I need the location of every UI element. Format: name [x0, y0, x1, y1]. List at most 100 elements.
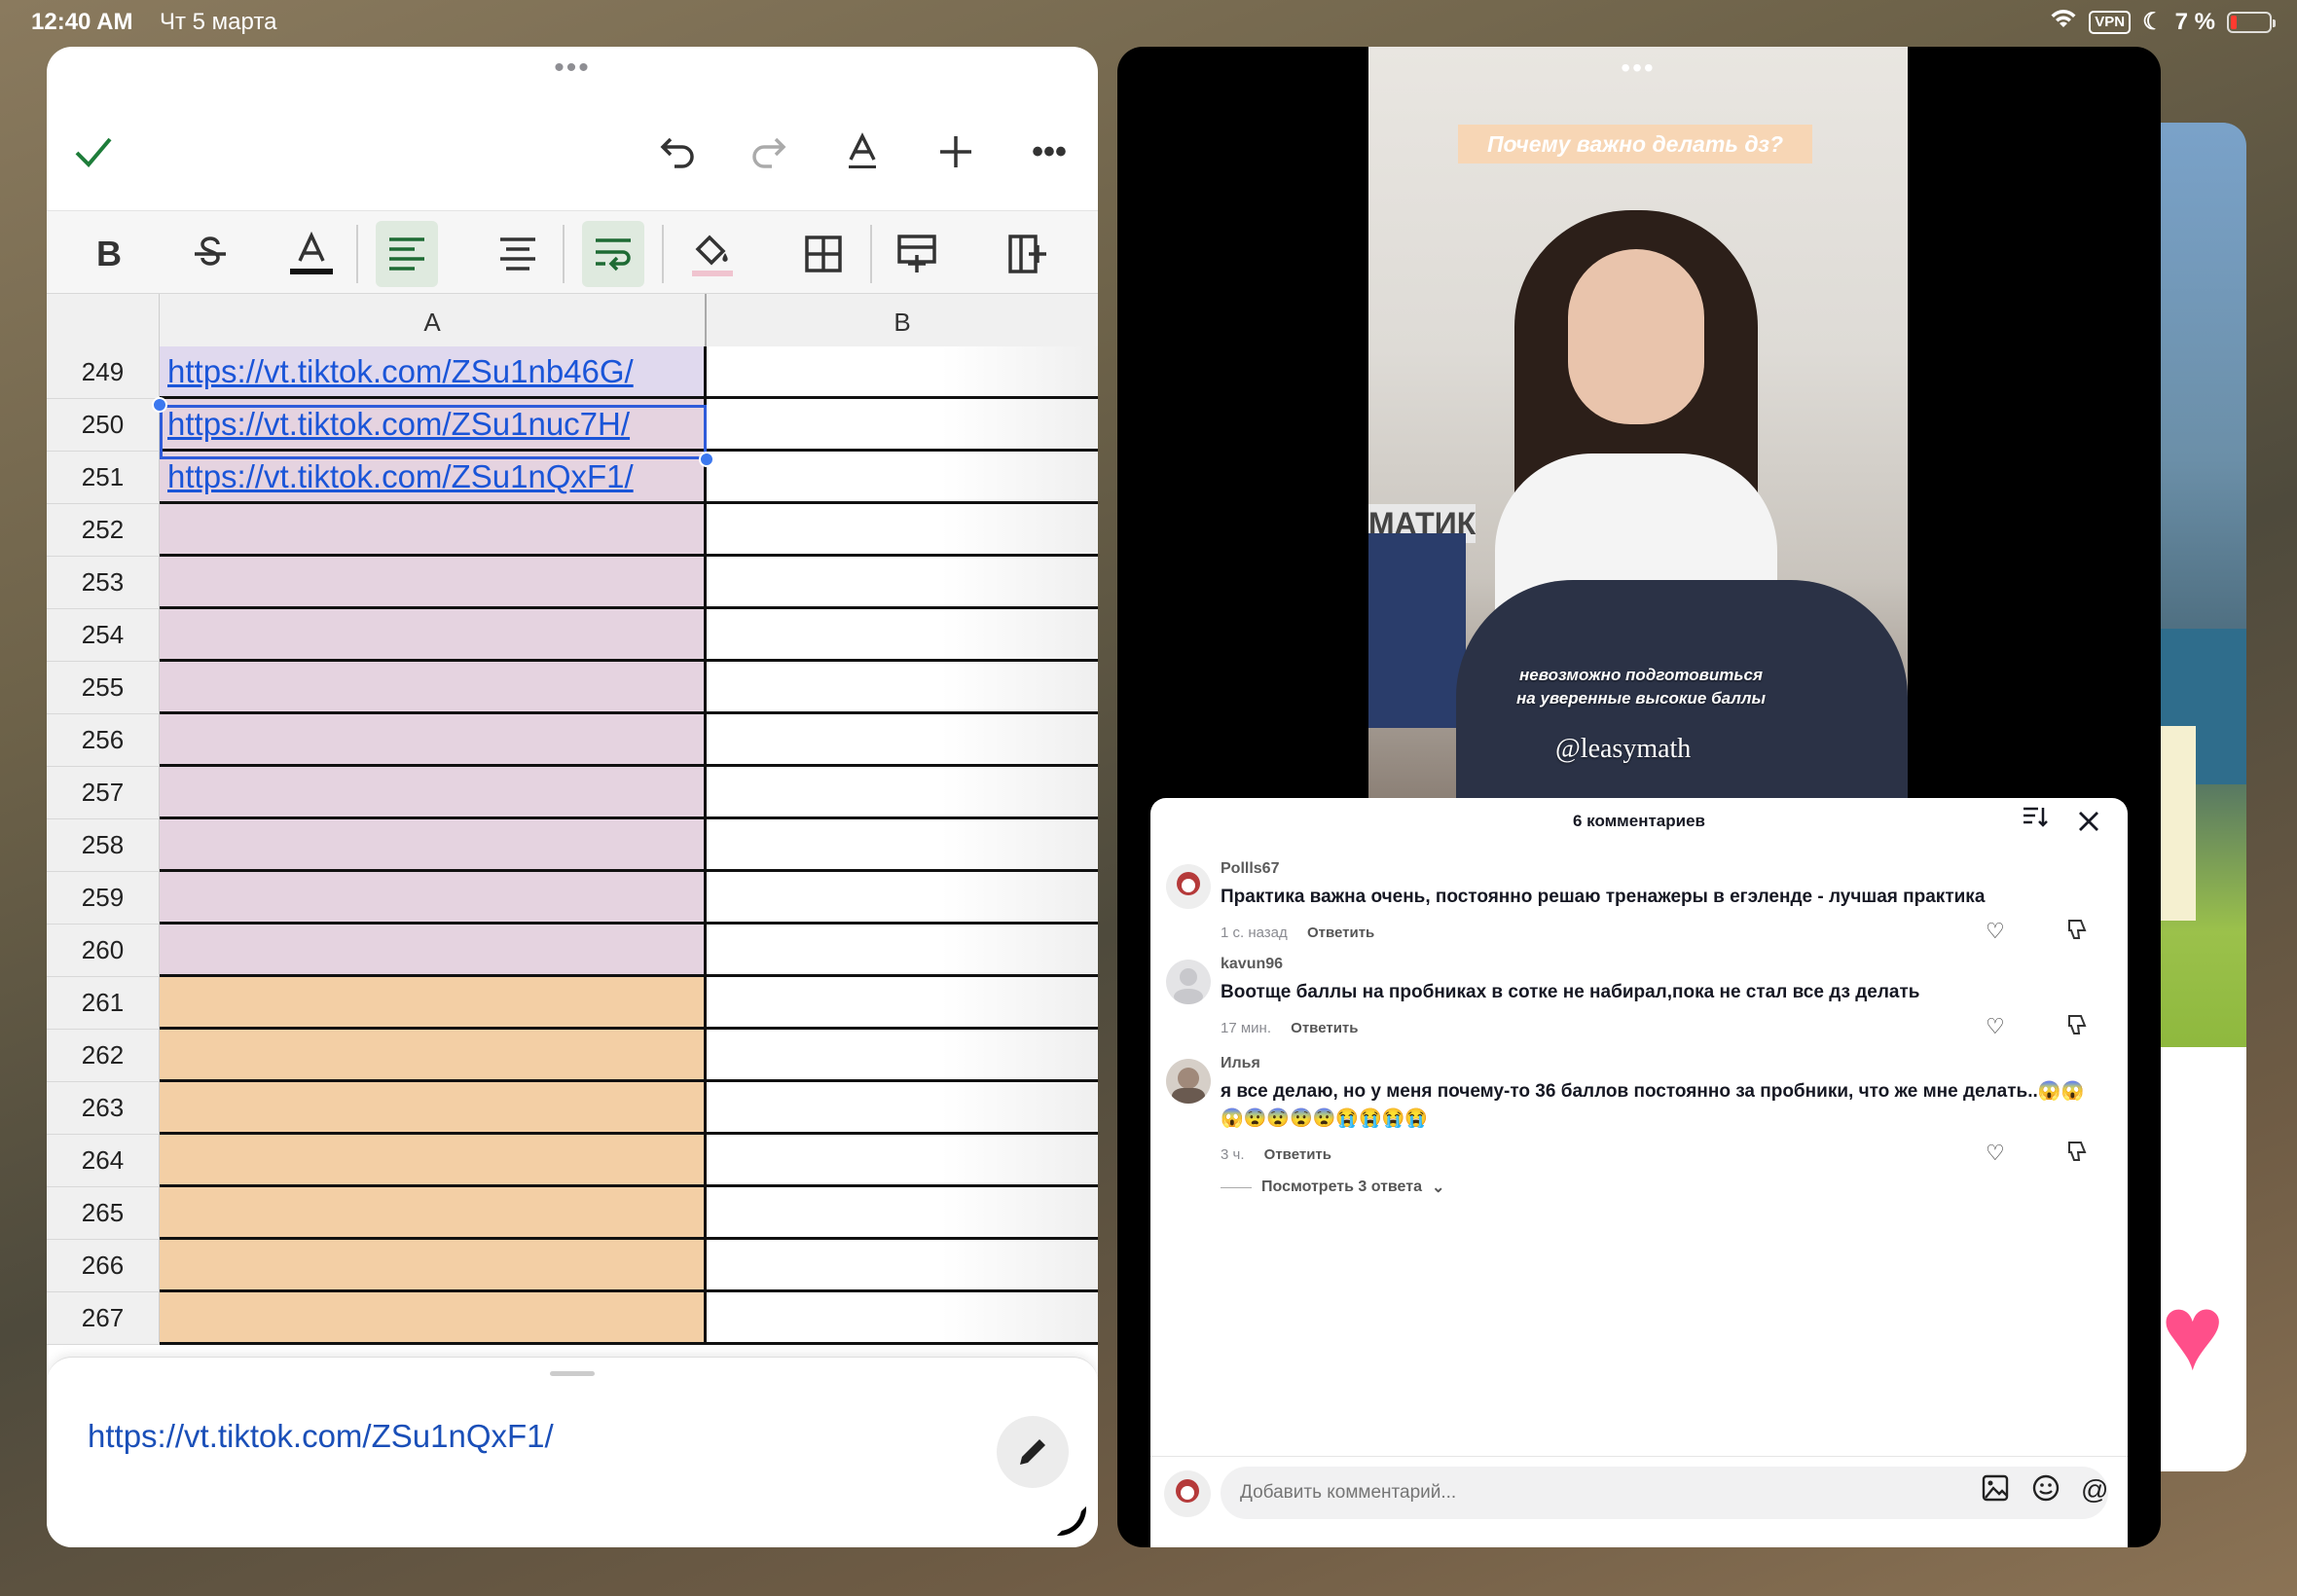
- text-format-icon[interactable]: [833, 123, 892, 181]
- selection-handle-bottom-right[interactable]: [699, 452, 714, 467]
- avatar[interactable]: [1166, 960, 1211, 1004]
- column-header-a[interactable]: A: [160, 294, 707, 352]
- cell-link[interactable]: https://vt.tiktok.com/ZSu1nuc7H/: [167, 406, 630, 443]
- row-number[interactable]: 254: [47, 609, 160, 662]
- cell-b[interactable]: [707, 977, 1098, 1030]
- cell-b[interactable]: [707, 872, 1098, 925]
- select-all-corner[interactable]: [47, 294, 160, 352]
- view-replies-button[interactable]: Посмотреть 3 ответа ⌄: [1221, 1178, 1444, 1197]
- row-number[interactable]: 253: [47, 557, 160, 609]
- undo-icon[interactable]: [648, 123, 707, 181]
- cell-b[interactable]: [707, 452, 1098, 504]
- row-number[interactable]: 257: [47, 767, 160, 819]
- avatar[interactable]: [1166, 864, 1211, 909]
- cell-a[interactable]: [160, 1292, 707, 1345]
- row-number[interactable]: 255: [47, 662, 160, 714]
- wrap-text-button[interactable]: [582, 221, 644, 287]
- bold-button[interactable]: B: [78, 221, 140, 287]
- cell-b[interactable]: [707, 1187, 1098, 1240]
- cell-a[interactable]: [160, 662, 707, 714]
- cell-a[interactable]: [160, 609, 707, 662]
- background-app-card[interactable]: ♥: [2161, 123, 2246, 1471]
- cell-a[interactable]: [160, 977, 707, 1030]
- cell-a[interactable]: https://vt.tiktok.com/ZSu1nb46G/: [160, 346, 707, 399]
- cell-a[interactable]: [160, 557, 707, 609]
- emoji-sticker-icon[interactable]: [2032, 1474, 2060, 1508]
- cell-a[interactable]: [160, 1135, 707, 1187]
- like-heart-icon[interactable]: ♡: [1986, 1141, 2005, 1166]
- cell-b[interactable]: [707, 767, 1098, 819]
- cell-a[interactable]: [160, 819, 707, 872]
- cell-b[interactable]: [707, 557, 1098, 609]
- borders-button[interactable]: [792, 221, 855, 287]
- mention-icon[interactable]: @: [2081, 1474, 2108, 1505]
- insert-column-button[interactable]: [997, 221, 1059, 287]
- comment-username[interactable]: Илья: [1221, 1055, 1260, 1072]
- cell-a[interactable]: [160, 925, 707, 977]
- more-icon[interactable]: •••: [1020, 123, 1078, 181]
- cell-b[interactable]: [707, 399, 1098, 452]
- column-header-b[interactable]: B: [707, 294, 1098, 352]
- row-number[interactable]: 252: [47, 504, 160, 557]
- selection-handle-top-left[interactable]: [152, 397, 167, 413]
- cell-b[interactable]: [707, 504, 1098, 557]
- row-number[interactable]: 259: [47, 872, 160, 925]
- window-grabber-right[interactable]: •••: [1621, 53, 1655, 84]
- dislike-icon[interactable]: [2065, 1141, 2087, 1168]
- cell-a[interactable]: [160, 872, 707, 925]
- row-number[interactable]: 256: [47, 714, 160, 767]
- cell-link[interactable]: https://vt.tiktok.com/ZSu1nQxF1/: [167, 458, 634, 495]
- cell-b[interactable]: [707, 925, 1098, 977]
- cell-b[interactable]: [707, 714, 1098, 767]
- row-number[interactable]: 263: [47, 1082, 160, 1135]
- add-icon[interactable]: [927, 123, 985, 181]
- reply-button[interactable]: Ответить: [1307, 925, 1374, 941]
- row-number[interactable]: 251: [47, 452, 160, 504]
- image-icon[interactable]: [1982, 1474, 2009, 1508]
- cell-a[interactable]: [160, 504, 707, 557]
- strikethrough-button[interactable]: [179, 221, 241, 287]
- cell-b[interactable]: [707, 819, 1098, 872]
- dislike-icon[interactable]: [2065, 1014, 2087, 1041]
- window-grabber[interactable]: •••: [554, 54, 591, 83]
- cell-b[interactable]: [707, 1292, 1098, 1345]
- cell-b[interactable]: [707, 609, 1098, 662]
- row-number[interactable]: 267: [47, 1292, 160, 1345]
- cell-b[interactable]: [707, 1030, 1098, 1082]
- row-number[interactable]: 266: [47, 1240, 160, 1292]
- cell-b[interactable]: [707, 1240, 1098, 1292]
- fill-color-button[interactable]: [681, 221, 744, 287]
- comment-username[interactable]: kavun96: [1221, 956, 1283, 973]
- sort-icon[interactable]: [2023, 806, 2048, 834]
- row-number[interactable]: 264: [47, 1135, 160, 1187]
- cell-b[interactable]: [707, 1082, 1098, 1135]
- like-heart-icon[interactable]: ♡: [1986, 919, 2005, 944]
- cell-b[interactable]: [707, 662, 1098, 714]
- row-number[interactable]: 261: [47, 977, 160, 1030]
- row-number[interactable]: 258: [47, 819, 160, 872]
- dislike-icon[interactable]: [2065, 919, 2087, 946]
- row-number[interactable]: 260: [47, 925, 160, 977]
- cell-b[interactable]: [707, 346, 1098, 399]
- cell-a[interactable]: [160, 1082, 707, 1135]
- spreadsheet-grid[interactable]: A B 249 https://vt.tiktok.com/ZSu1nb46G/2…: [47, 294, 1098, 1403]
- avatar[interactable]: [1166, 1059, 1211, 1104]
- text-color-button[interactable]: [280, 221, 343, 287]
- pencil-icon[interactable]: [997, 1416, 1069, 1488]
- cell-a[interactable]: [160, 1030, 707, 1082]
- row-number[interactable]: 265: [47, 1187, 160, 1240]
- editor-grabber[interactable]: [550, 1371, 595, 1376]
- checkmark-icon[interactable]: [64, 123, 123, 181]
- cell-a[interactable]: [160, 767, 707, 819]
- cell-link[interactable]: https://vt.tiktok.com/ZSu1nb46G/: [167, 353, 634, 390]
- comment-username[interactable]: Pollls67: [1221, 860, 1279, 878]
- video-player[interactable]: ••• МАТИК Почему важно делать дз? невозм…: [1368, 47, 1908, 806]
- cell-a[interactable]: [160, 1240, 707, 1292]
- row-number[interactable]: 249: [47, 346, 160, 399]
- comment-input[interactable]: [1221, 1467, 2108, 1519]
- like-heart-icon[interactable]: ♡: [1986, 1014, 2005, 1039]
- cell-a[interactable]: https://vt.tiktok.com/ZSu1nuc7H/: [160, 399, 707, 452]
- cell-a[interactable]: https://vt.tiktok.com/ZSu1nQxF1/: [160, 452, 707, 504]
- redo-icon[interactable]: [740, 123, 798, 181]
- align-center-button[interactable]: [487, 221, 549, 287]
